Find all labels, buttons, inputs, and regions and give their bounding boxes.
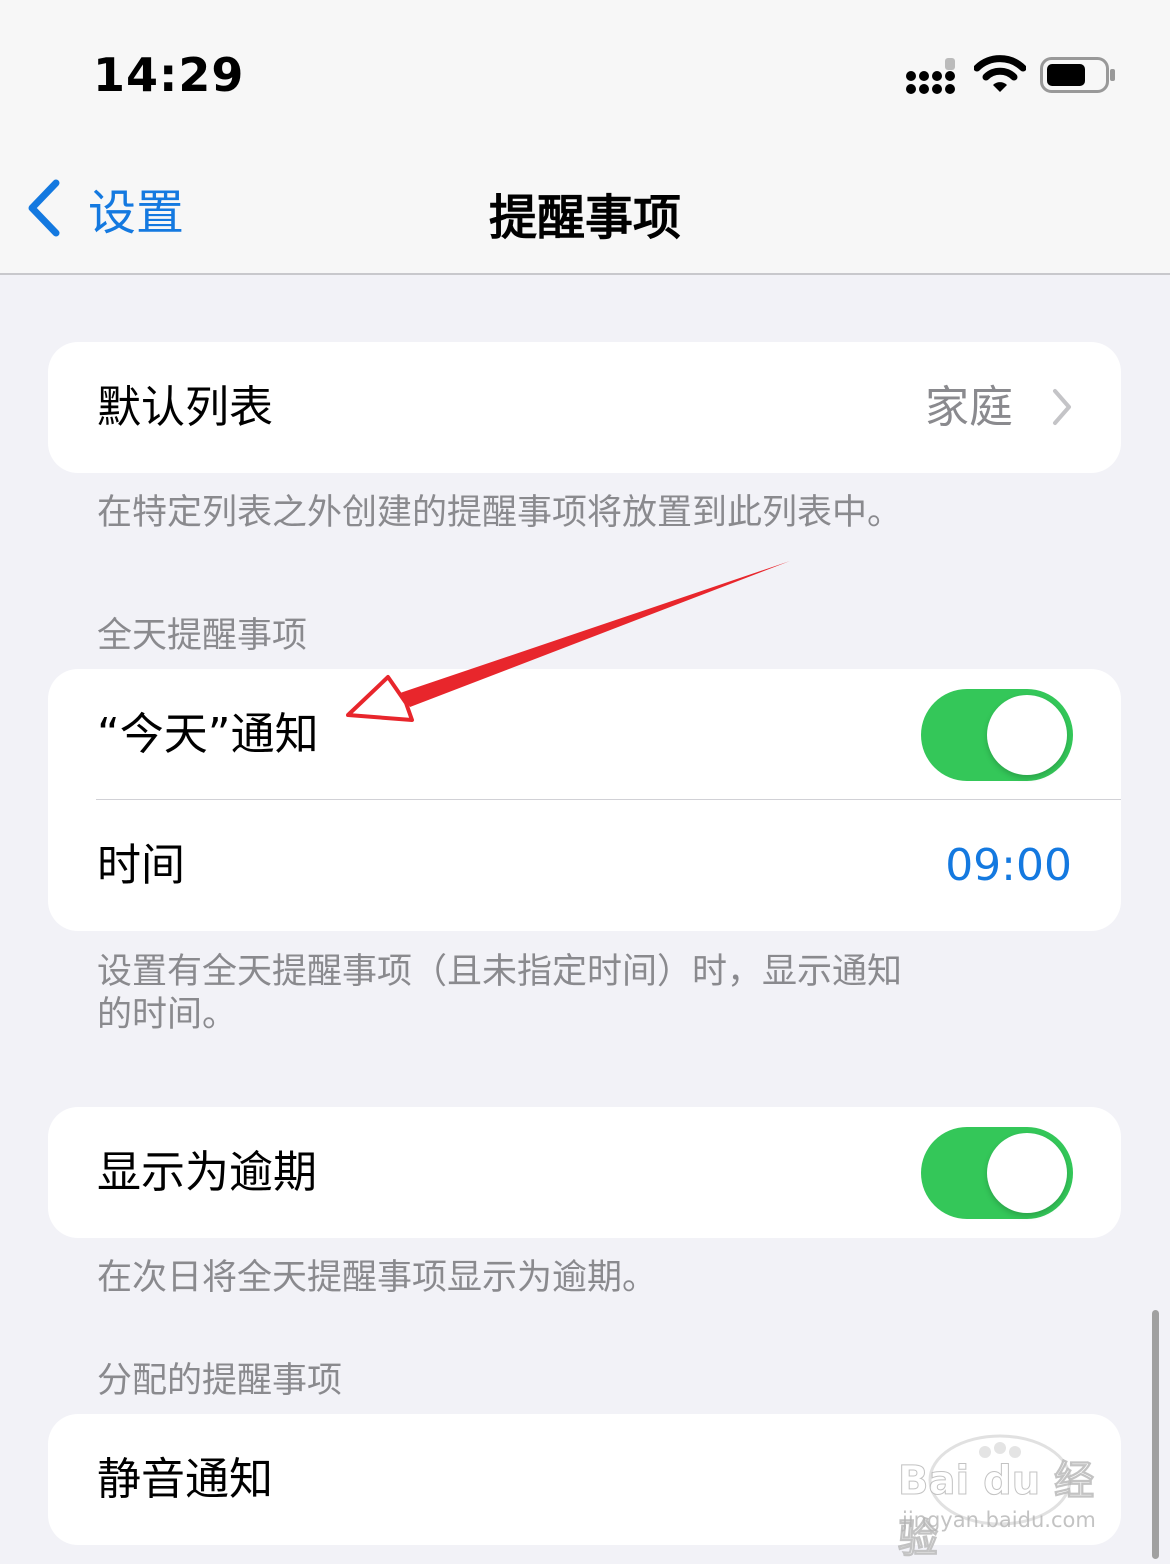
baidu-watermark: Bai du 经验 jingyan.baidu.com [890, 1430, 1120, 1563]
overdue-toggle[interactable] [921, 1127, 1073, 1219]
today-notification-label: “今天”通知 [97, 709, 319, 760]
overdue-row: 显示为逾期 [48, 1107, 1121, 1238]
mute-notifications-label: 静音通知 [97, 1454, 273, 1505]
overdue-footer: 在次日将全天提醒事项显示为逾期。 [97, 1258, 658, 1298]
cellular-signal-icon [906, 58, 955, 94]
chevron-right-icon [1053, 389, 1071, 425]
all-day-header: 全天提醒事项 [97, 616, 308, 656]
overdue-card: 显示为逾期 [48, 1107, 1121, 1238]
status-bar: 14:29 [0, 0, 1170, 140]
navigation-bar: 设置 提醒事项 [0, 140, 1170, 275]
default-list-label: 默认列表 [97, 382, 273, 433]
toggle-knob [987, 695, 1067, 775]
default-list-footer: 在特定列表之外创建的提醒事项将放置到此列表中。 [97, 493, 903, 533]
all-day-footer-line1: 设置有全天提醒事项（且未指定时间）时，显示通知 [97, 952, 903, 992]
overdue-label: 显示为逾期 [97, 1147, 317, 1198]
annotation-arrow-icon [346, 561, 790, 722]
page-title: 提醒事项 [488, 190, 681, 246]
time-row[interactable]: 时间 09:00 [48, 800, 1121, 931]
default-list-value: 家庭 [925, 382, 1013, 433]
default-list-card: 默认列表 家庭 [48, 342, 1121, 473]
all-day-footer: 设置有全天提醒事项（且未指定时间）时，显示通知 的时间。 [97, 951, 957, 1037]
time-value[interactable]: 09:00 [945, 800, 1072, 931]
time-label: 时间 [97, 840, 185, 891]
watermark-url: jingyan.baidu.com [902, 1508, 1096, 1532]
toggle-knob [987, 1133, 1067, 1213]
assigned-header: 分配的提醒事项 [97, 1361, 343, 1401]
default-list-row[interactable]: 默认列表 家庭 [48, 342, 1121, 473]
all-day-footer-line2: 的时间。 [97, 995, 238, 1035]
scroll-indicator[interactable] [1152, 1310, 1159, 1559]
today-notification-toggle[interactable] [921, 689, 1073, 781]
status-time: 14:29 [93, 48, 245, 102]
battery-icon [1040, 57, 1115, 93]
watermark-brand: Bai du 经验 [898, 1458, 1095, 1563]
wifi-icon [974, 55, 1026, 92]
